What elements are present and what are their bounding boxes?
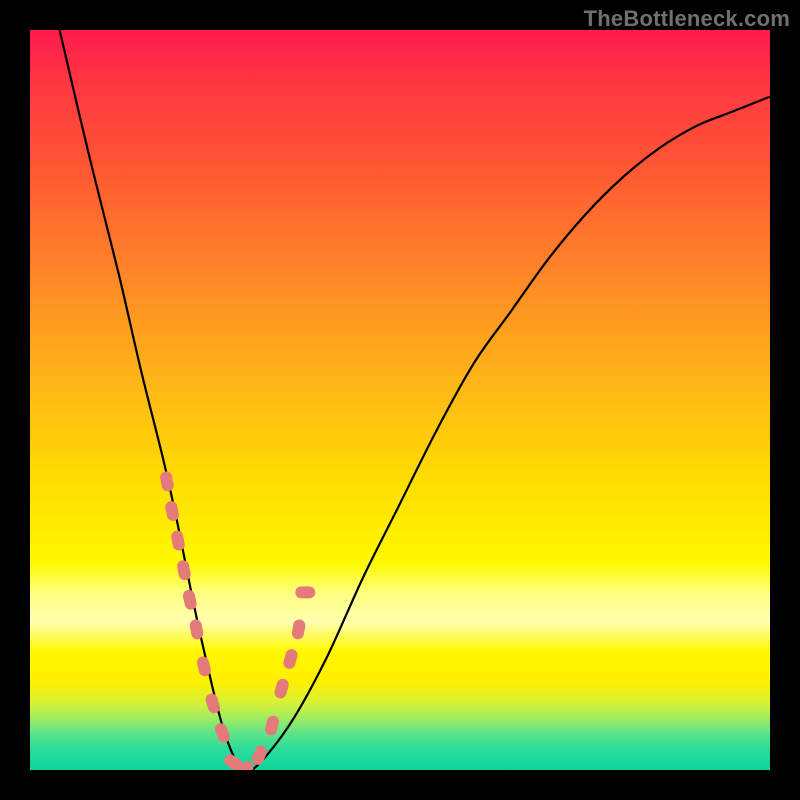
- highlight-dot: [264, 714, 281, 736]
- highlight-dot: [291, 618, 306, 640]
- highlight-dot: [295, 586, 315, 598]
- attribution-label: TheBottleneck.com: [584, 6, 790, 32]
- highlight-dot: [213, 722, 231, 745]
- chart-frame: TheBottleneck.com: [0, 0, 800, 800]
- bottleneck-curve-path: [60, 30, 770, 770]
- highlight-dots-group: [159, 471, 315, 770]
- curve-svg: [30, 30, 770, 770]
- highlight-dot: [282, 648, 299, 670]
- highlight-dot: [273, 677, 290, 700]
- highlight-dot: [159, 471, 174, 493]
- plot-area: [30, 30, 770, 770]
